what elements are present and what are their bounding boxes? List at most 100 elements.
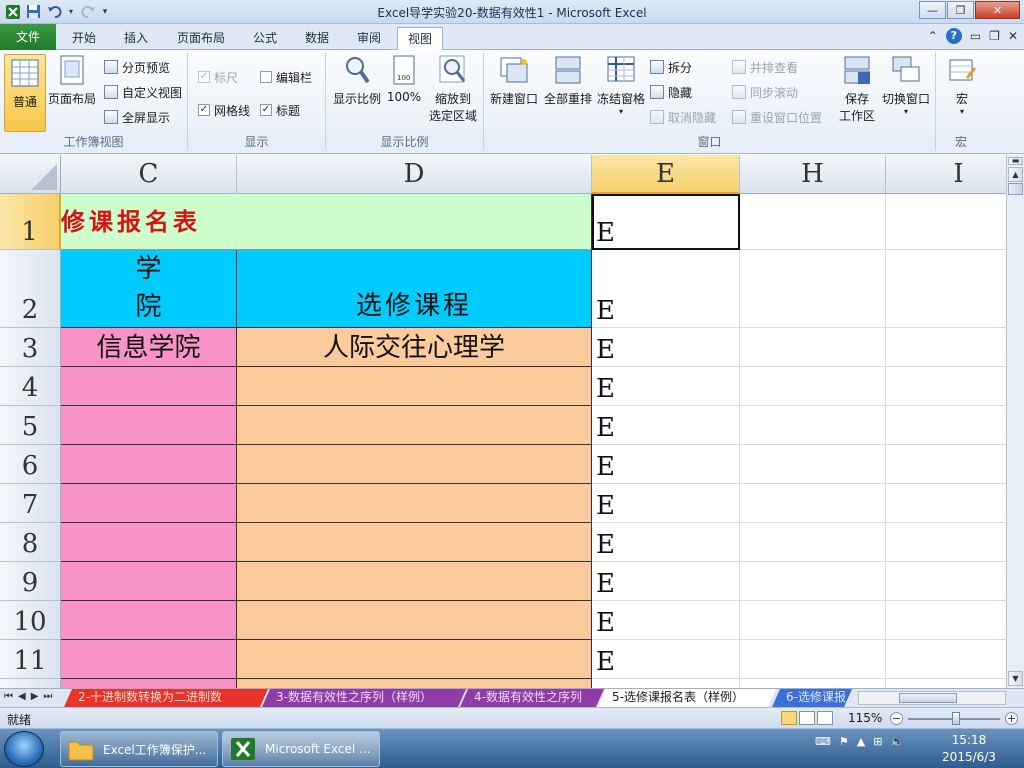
volume-icon[interactable]: 🔈 — [890, 735, 904, 748]
show-hidden-icons-icon[interactable]: ▲ — [857, 735, 865, 748]
row-header-3[interactable]: 3 — [0, 328, 61, 367]
cell-h10[interactable] — [740, 601, 886, 640]
split-button[interactable]: 拆分 — [650, 58, 692, 76]
tab-formulas[interactable]: 公式 — [243, 27, 287, 50]
cell-e3[interactable]: E — [592, 328, 740, 367]
help-icon[interactable]: ? — [945, 28, 962, 44]
course-cell-row4[interactable] — [237, 367, 592, 406]
zoom-to-selection-button[interactable]: 缩放到 选定区域 — [426, 54, 480, 124]
tab-home[interactable]: 开始 — [62, 27, 106, 50]
worksheet-grid[interactable]: C D E H I 1 2 3 4 5 6 7 8 9 10 11 修课报名表 … — [0, 155, 1006, 688]
workbook-minimize-icon[interactable]: ▭ — [970, 29, 981, 43]
cell-i4[interactable] — [886, 367, 1006, 406]
row-header-8[interactable]: 8 — [0, 523, 61, 562]
restore-icon[interactable]: ❐ — [947, 1, 974, 19]
sheet-tab-4[interactable]: 4-数据有效性之序列 — [460, 689, 604, 707]
cell-h3[interactable] — [740, 328, 886, 367]
sheet-tab-5-active[interactable]: 5-选修课报名表（样例） — [598, 689, 776, 707]
college-cell-row4[interactable] — [61, 367, 237, 406]
network-icon[interactable]: ⊞ — [873, 735, 882, 748]
cell-i11[interactable] — [886, 640, 1006, 679]
sheet-tab-2[interactable]: 2-十进制数转换为二进制数 — [64, 689, 268, 707]
cell-h12[interactable] — [740, 679, 886, 688]
sync-scroll-button[interactable]: 同步滚动 — [732, 83, 798, 101]
cell-e10[interactable]: E — [592, 601, 740, 640]
cell-e4[interactable]: E — [592, 367, 740, 406]
cell-i5[interactable] — [886, 406, 1006, 445]
normal-view-button[interactable]: 普通 — [4, 54, 46, 132]
page-break-shortcut-icon[interactable] — [817, 711, 833, 725]
course-cell-row6[interactable] — [237, 445, 592, 484]
sheet-tab-3[interactable]: 3-数据有效性之序列（样例） — [262, 689, 466, 707]
cell-e11[interactable]: E — [592, 640, 740, 679]
cell-h2[interactable] — [740, 250, 886, 328]
course-cell-row12[interactable] — [237, 679, 592, 688]
zoom-in-icon[interactable]: + — [1005, 712, 1018, 725]
tab-review[interactable]: 审阅 — [347, 27, 391, 50]
row-header-7[interactable]: 7 — [0, 484, 61, 523]
hide-button[interactable]: 隐藏 — [650, 83, 692, 101]
page-break-preview-button[interactable]: 分页预览 — [104, 58, 170, 76]
cell-h1[interactable] — [740, 194, 886, 250]
taskbar-item-excel[interactable]: Microsoft Excel ... — [222, 731, 380, 767]
formula-bar-checkbox[interactable]: 编辑栏 — [260, 68, 312, 86]
tab-insert[interactable]: 插入 — [114, 27, 158, 50]
cell-i7[interactable] — [886, 484, 1006, 523]
row-header-1[interactable]: 1 — [0, 194, 61, 250]
horizontal-scrollbar[interactable] — [858, 691, 1006, 705]
row-header-10[interactable]: 10 — [0, 601, 61, 640]
cell-i10[interactable] — [886, 601, 1006, 640]
column-header-e[interactable]: E — [592, 155, 740, 194]
zoom-out-icon[interactable]: − — [890, 712, 903, 725]
sheet-tab-6[interactable]: 6-选修课报 — [772, 689, 852, 707]
cell-e6[interactable]: E — [592, 445, 740, 484]
keyboard-icon[interactable]: ⌨ — [815, 735, 831, 748]
tab-file[interactable]: 文件 — [0, 24, 56, 50]
zoom-100-button[interactable]: 100 100% — [386, 54, 422, 104]
cell-i3[interactable] — [886, 328, 1006, 367]
normal-view-shortcut-icon[interactable] — [781, 711, 797, 725]
column-header-d[interactable]: D — [237, 155, 592, 194]
close-icon[interactable]: ✕ — [975, 1, 1020, 19]
row-header-5[interactable]: 5 — [0, 406, 61, 445]
unhide-button[interactable]: 取消隐藏 — [650, 108, 716, 126]
ruler-checkbox[interactable]: ✓ 标尺 — [198, 68, 238, 86]
row-header-2[interactable]: 2 — [0, 250, 61, 328]
cell-h6[interactable] — [740, 445, 886, 484]
workbook-close-icon[interactable]: ✕ — [1008, 29, 1018, 43]
header-course-cell[interactable]: 选修课程 — [237, 250, 592, 328]
system-clock[interactable]: 15:18 2015/6/3 — [930, 732, 1008, 766]
header-college-cell[interactable]: 学 院 — [61, 250, 237, 328]
cell-i12[interactable] — [886, 679, 1006, 688]
collapse-ribbon-icon[interactable]: ⌃ — [928, 29, 938, 43]
view-side-by-side-button[interactable]: 并排查看 — [732, 58, 798, 76]
course-cell-row5[interactable] — [237, 406, 592, 445]
cell-h4[interactable] — [740, 367, 886, 406]
course-cell-row7[interactable] — [237, 484, 592, 523]
column-header-h[interactable]: H — [740, 155, 886, 194]
cell-i1[interactable] — [886, 194, 1006, 250]
column-header-c[interactable]: C — [61, 155, 237, 194]
cell-h8[interactable] — [740, 523, 886, 562]
page-layout-view-button[interactable]: 页面布局 — [48, 54, 96, 107]
row-header-6[interactable]: 6 — [0, 445, 61, 484]
college-cell-row3[interactable]: 信息学院 — [61, 328, 237, 367]
college-cell-row12[interactable] — [61, 679, 237, 688]
switch-windows-button[interactable]: 切换窗口 ▾ — [880, 54, 932, 116]
cell-i8[interactable] — [886, 523, 1006, 562]
college-cell-row7[interactable] — [61, 484, 237, 523]
taskbar-item-explorer[interactable]: Excel工作簿保护... — [60, 731, 218, 767]
cell-e1[interactable]: E — [592, 194, 740, 250]
freeze-panes-button[interactable]: 冻结窗格 ▾ — [596, 54, 646, 116]
new-window-button[interactable]: 新建窗口 — [488, 54, 540, 107]
split-box-icon[interactable]: ▬ — [1008, 157, 1023, 165]
row-header-11[interactable]: 11 — [0, 640, 61, 679]
cell-e2[interactable]: E — [592, 250, 740, 328]
start-button-icon[interactable] — [4, 731, 44, 767]
gridlines-checkbox[interactable]: ✓ 网格线 — [198, 101, 250, 119]
college-cell-row6[interactable] — [61, 445, 237, 484]
macros-button[interactable]: 宏 ▾ — [944, 54, 980, 116]
cell-h7[interactable] — [740, 484, 886, 523]
vertical-scrollbar[interactable]: ▬ ▲ ▼ — [1006, 155, 1024, 688]
horizontal-scroll-thumb[interactable] — [899, 693, 957, 703]
